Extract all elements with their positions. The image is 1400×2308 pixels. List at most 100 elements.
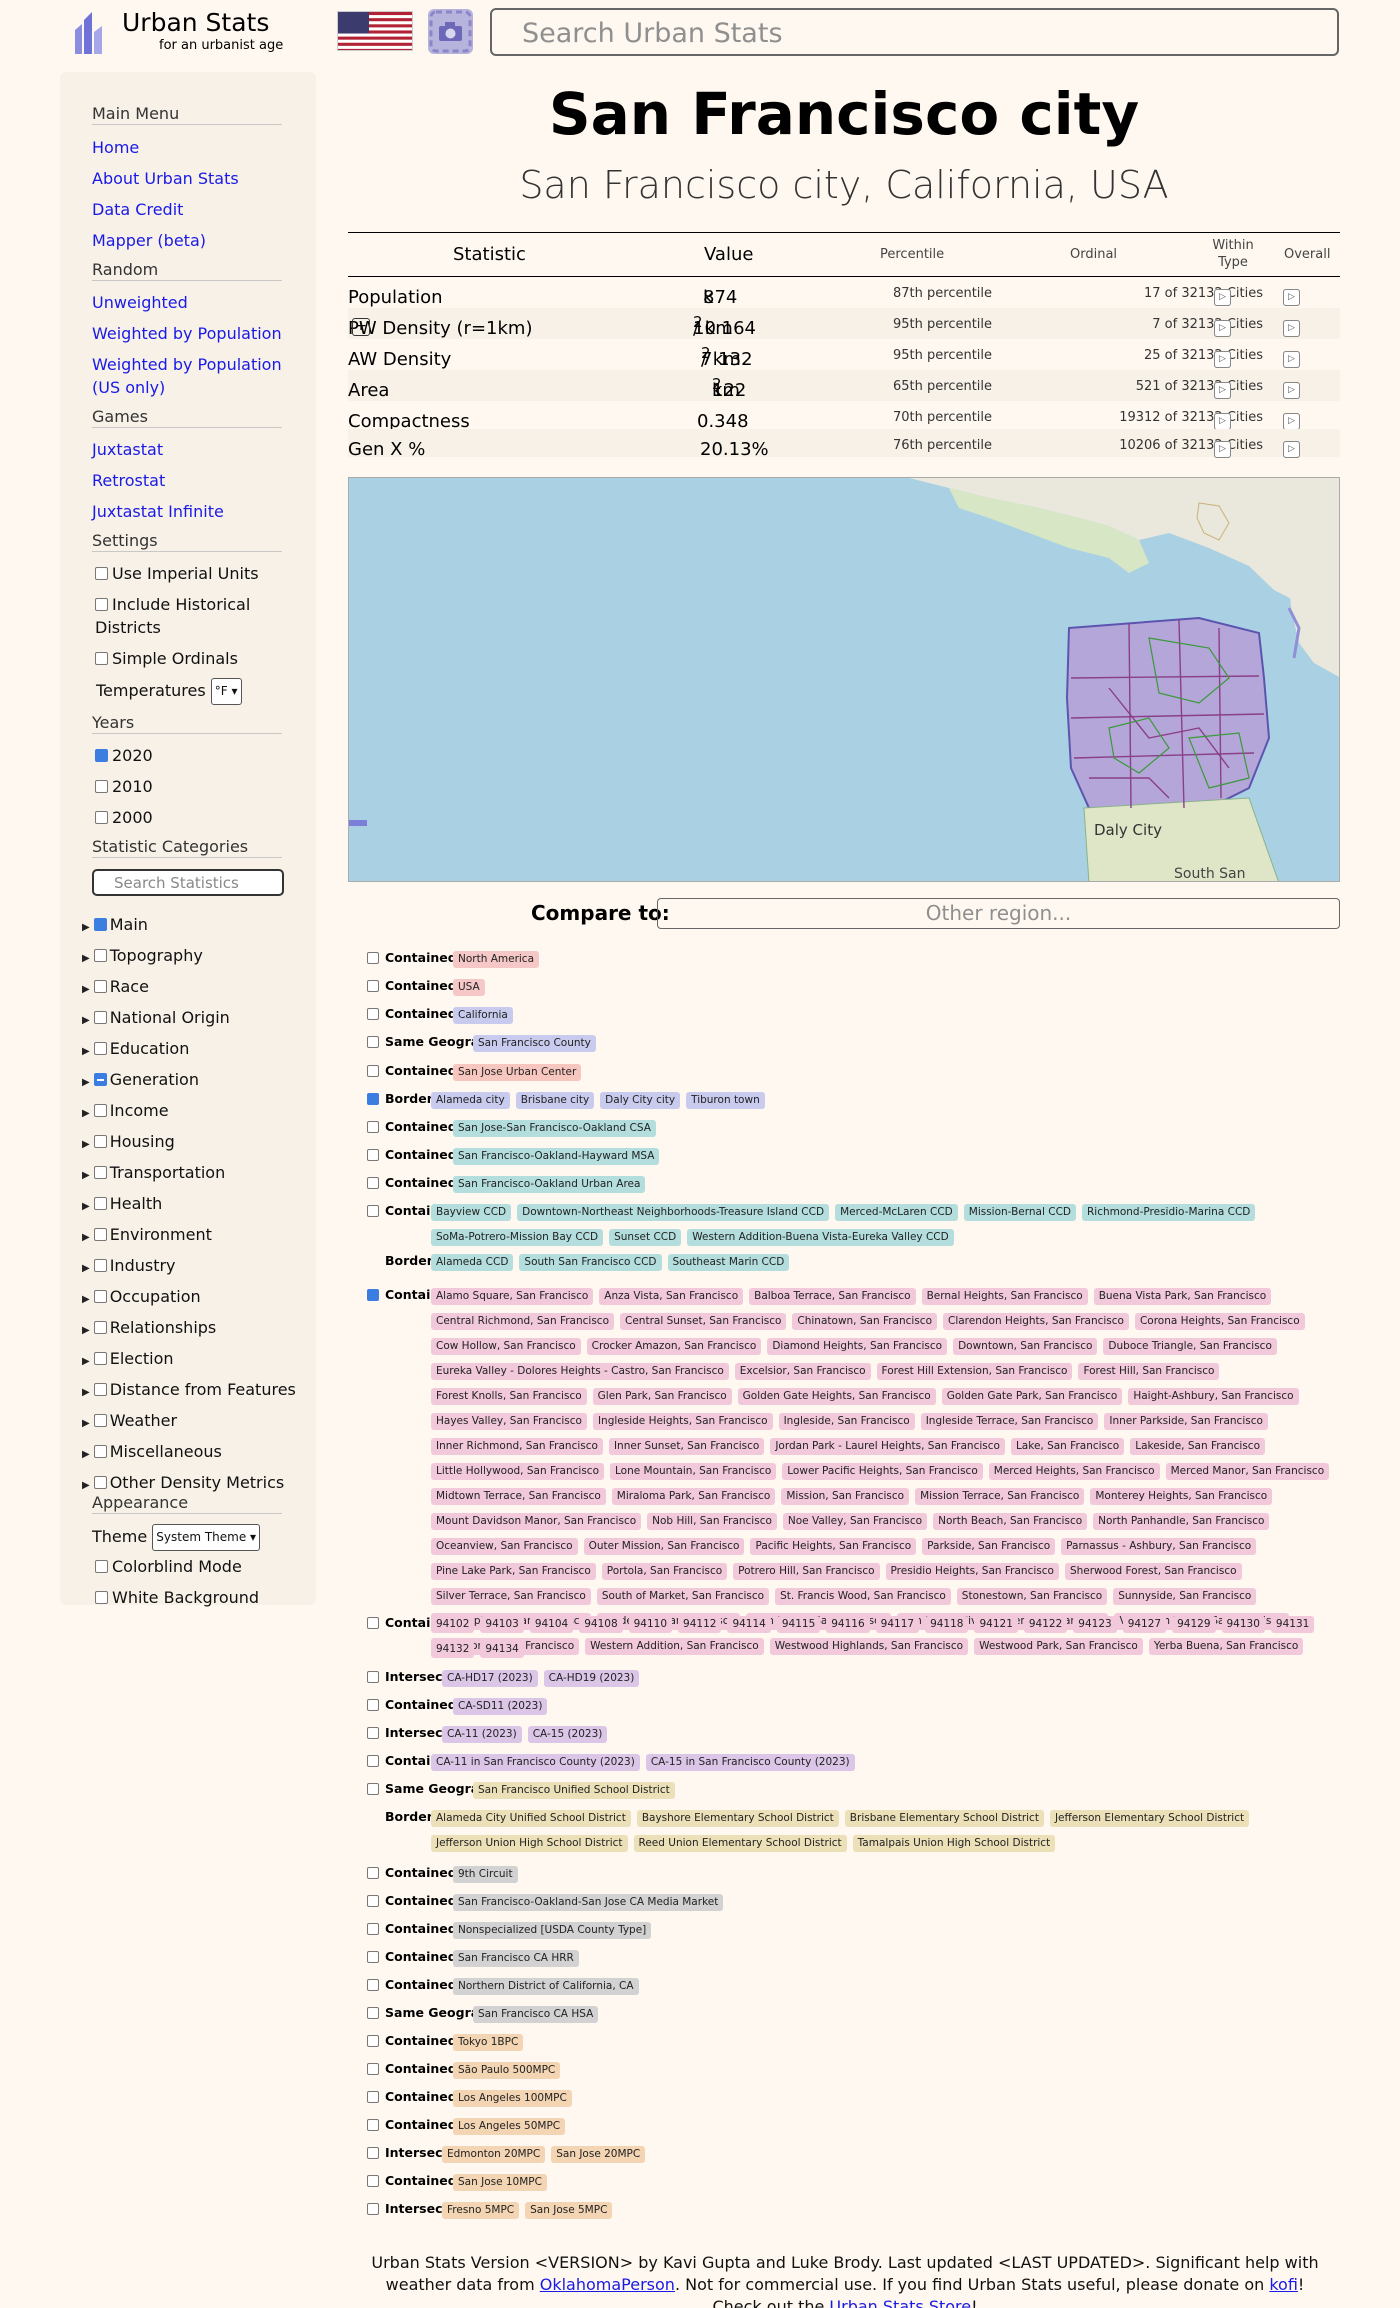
region-tag[interactable]: Ingleside Heights, San Francisco xyxy=(592,1413,773,1430)
related-checkbox[interactable] xyxy=(367,2119,379,2131)
region-tag[interactable]: Golden Gate Heights, San Francisco xyxy=(737,1388,936,1405)
expand-triangle-icon[interactable]: ▶ xyxy=(82,1325,90,1336)
region-tag[interactable]: Central Sunset, San Francisco xyxy=(620,1313,787,1330)
category-miscellaneous[interactable]: ▶ Miscellaneous xyxy=(82,1441,222,1466)
region-tag[interactable]: Bernal Heights, San Francisco xyxy=(921,1288,1088,1305)
region-tag[interactable]: San Francisco Unified School District xyxy=(473,1782,675,1799)
related-checkbox[interactable] xyxy=(367,1121,379,1133)
category-checkbox[interactable] xyxy=(93,1414,107,1427)
region-tag[interactable]: Monterey Heights, San Francisco xyxy=(1090,1488,1273,1505)
region-tag[interactable]: Downtown, San Francisco xyxy=(953,1338,1098,1355)
related-checkbox[interactable] xyxy=(367,2091,379,2103)
region-tag[interactable]: 94118 xyxy=(925,1616,969,1633)
region-tag[interactable]: Lone Mountain, San Francisco xyxy=(610,1463,777,1480)
region-tag[interactable]: 94129 xyxy=(1172,1616,1216,1633)
region-tag[interactable]: Oceanview, San Francisco xyxy=(431,1538,578,1555)
store-link[interactable]: Urban Stats Store xyxy=(829,2297,971,2308)
region-tag[interactable]: 94116 xyxy=(826,1616,870,1633)
related-checkbox[interactable] xyxy=(367,1979,379,1991)
category-checkbox[interactable] xyxy=(93,980,107,993)
category-checkbox[interactable] xyxy=(93,1104,107,1117)
related-checkbox[interactable] xyxy=(367,1149,379,1161)
category-distance-from-features[interactable]: ▶ Distance from Features xyxy=(82,1379,296,1404)
expand-triangle-icon[interactable]: ▶ xyxy=(82,1108,90,1119)
region-tag[interactable]: Merced Heights, San Francisco xyxy=(988,1463,1160,1480)
region-tag[interactable]: San Francisco County xyxy=(473,1035,596,1052)
region-tag[interactable]: Alameda CCD xyxy=(431,1254,514,1271)
region-tag[interactable]: 94114 xyxy=(727,1616,771,1633)
region-tag[interactable]: Merced-McLaren CCD xyxy=(835,1204,958,1221)
region-tag[interactable]: Outer Mission, San Francisco xyxy=(583,1538,745,1555)
category-checkbox[interactable] xyxy=(93,1197,107,1210)
region-tag[interactable]: USA xyxy=(453,979,485,996)
region-tag[interactable]: CA-11 (2023) xyxy=(442,1726,522,1743)
category-checkbox[interactable] xyxy=(93,1011,107,1024)
historical-districts-checkbox[interactable]: Include Historical Districts xyxy=(95,593,295,639)
region-tag[interactable]: Cow Hollow, San Francisco xyxy=(431,1338,581,1355)
region-tag[interactable]: Noe Valley, San Francisco xyxy=(782,1513,928,1530)
category-checkbox[interactable] xyxy=(93,1290,107,1303)
region-tag[interactable]: Los Angeles 100MPC xyxy=(453,2090,572,2107)
category-environment[interactable]: ▶ Environment xyxy=(82,1224,212,1249)
region-tag[interactable]: North Panhandle, San Francisco xyxy=(1093,1513,1270,1530)
region-tag[interactable]: Lake, San Francisco xyxy=(1010,1438,1125,1455)
next-arrow-icon[interactable]: ▷ xyxy=(1283,382,1300,399)
region-tag[interactable]: San Francisco CA HSA xyxy=(473,2006,599,2023)
region-tag[interactable]: Western Addition-Buena Vista-Eureka Vall… xyxy=(687,1229,954,1246)
region-tag[interactable]: 9th Circuit xyxy=(453,1866,518,1883)
category-generation[interactable]: ▶ Generation xyxy=(82,1069,199,1094)
region-tag[interactable]: 94121 xyxy=(974,1616,1018,1633)
related-checkbox[interactable] xyxy=(367,1205,379,1217)
region-tag[interactable]: Buena Vista Park, San Francisco xyxy=(1093,1288,1272,1305)
related-checkbox[interactable] xyxy=(367,1008,379,1020)
expand-triangle-icon[interactable]: ▶ xyxy=(82,1077,90,1088)
region-tag[interactable]: Mount Davidson Manor, San Francisco xyxy=(431,1513,642,1530)
category-checkbox[interactable] xyxy=(93,949,107,962)
region-tag[interactable]: Forest Hill Extension, San Francisco xyxy=(876,1363,1073,1380)
expand-triangle-icon[interactable]: ▶ xyxy=(82,1170,90,1181)
menu-mapper-link[interactable]: Mapper (beta) xyxy=(92,229,297,252)
region-tag[interactable]: 94102 xyxy=(431,1616,475,1633)
category-main[interactable]: ▶ Main xyxy=(82,914,148,939)
region-tag[interactable]: Duboce Triangle, San Francisco xyxy=(1103,1338,1277,1355)
category-checkbox[interactable] xyxy=(93,1073,107,1086)
white-background-checkbox[interactable]: White Background xyxy=(95,1586,295,1609)
region-tag[interactable]: 94131 xyxy=(1270,1616,1315,1633)
expand-triangle-icon[interactable]: ▶ xyxy=(82,922,90,933)
category-housing[interactable]: ▶ Housing xyxy=(82,1131,175,1156)
next-arrow-icon[interactable]: ▷ xyxy=(1214,441,1231,458)
region-tag[interactable]: Brisbane Elementary School District xyxy=(844,1810,1044,1827)
region-tag[interactable]: Golden Gate Park, San Francisco xyxy=(941,1388,1123,1405)
year-2010-checkbox[interactable]: 2010 xyxy=(95,775,295,798)
region-tag[interactable]: Inner Sunset, San Francisco xyxy=(608,1438,765,1455)
next-arrow-icon[interactable]: ▷ xyxy=(1214,289,1231,306)
kofi-link[interactable]: kofi xyxy=(1269,2275,1298,2294)
next-arrow-icon[interactable]: ▷ xyxy=(1283,441,1300,458)
region-tag[interactable]: San Francisco-Oakland-San Jose CA Media … xyxy=(453,1894,724,1911)
related-checkbox[interactable] xyxy=(367,1867,379,1879)
year-2020-checkbox[interactable]: 2020 xyxy=(95,744,295,767)
category-topography[interactable]: ▶ Topography xyxy=(82,945,203,970)
region-tag[interactable]: Chinatown, San Francisco xyxy=(792,1313,937,1330)
region-tag[interactable]: Anza Vista, San Francisco xyxy=(599,1288,744,1305)
category-checkbox[interactable] xyxy=(93,1383,107,1396)
expand-triangle-icon[interactable]: ▶ xyxy=(82,1387,90,1398)
category-occupation[interactable]: ▶ Occupation xyxy=(82,1286,201,1311)
category-other-density-metrics[interactable]: ▶ Other Density Metrics xyxy=(82,1472,284,1497)
category-education[interactable]: ▶ Education xyxy=(82,1038,189,1063)
region-tag[interactable]: São Paulo 500MPC xyxy=(453,2062,561,2079)
related-checkbox[interactable] xyxy=(367,1065,379,1077)
region-tag[interactable]: Forest Knolls, San Francisco xyxy=(431,1388,587,1405)
region-tag[interactable]: Merced Manor, San Francisco xyxy=(1165,1463,1330,1480)
region-tag[interactable]: Jordan Park - Laurel Heights, San Franci… xyxy=(770,1438,1005,1455)
related-checkbox[interactable] xyxy=(367,1895,379,1907)
related-checkbox[interactable] xyxy=(367,1093,379,1105)
region-tag[interactable]: 94104 xyxy=(529,1616,574,1633)
category-checkbox[interactable] xyxy=(93,1445,107,1458)
category-checkbox[interactable] xyxy=(93,1476,107,1489)
related-checkbox[interactable] xyxy=(367,1671,379,1683)
next-arrow-icon[interactable]: ▷ xyxy=(1214,413,1231,430)
region-tag[interactable]: 94103 xyxy=(480,1616,524,1633)
next-arrow-icon[interactable]: ▷ xyxy=(1283,289,1300,306)
related-checkbox[interactable] xyxy=(367,1755,379,1767)
